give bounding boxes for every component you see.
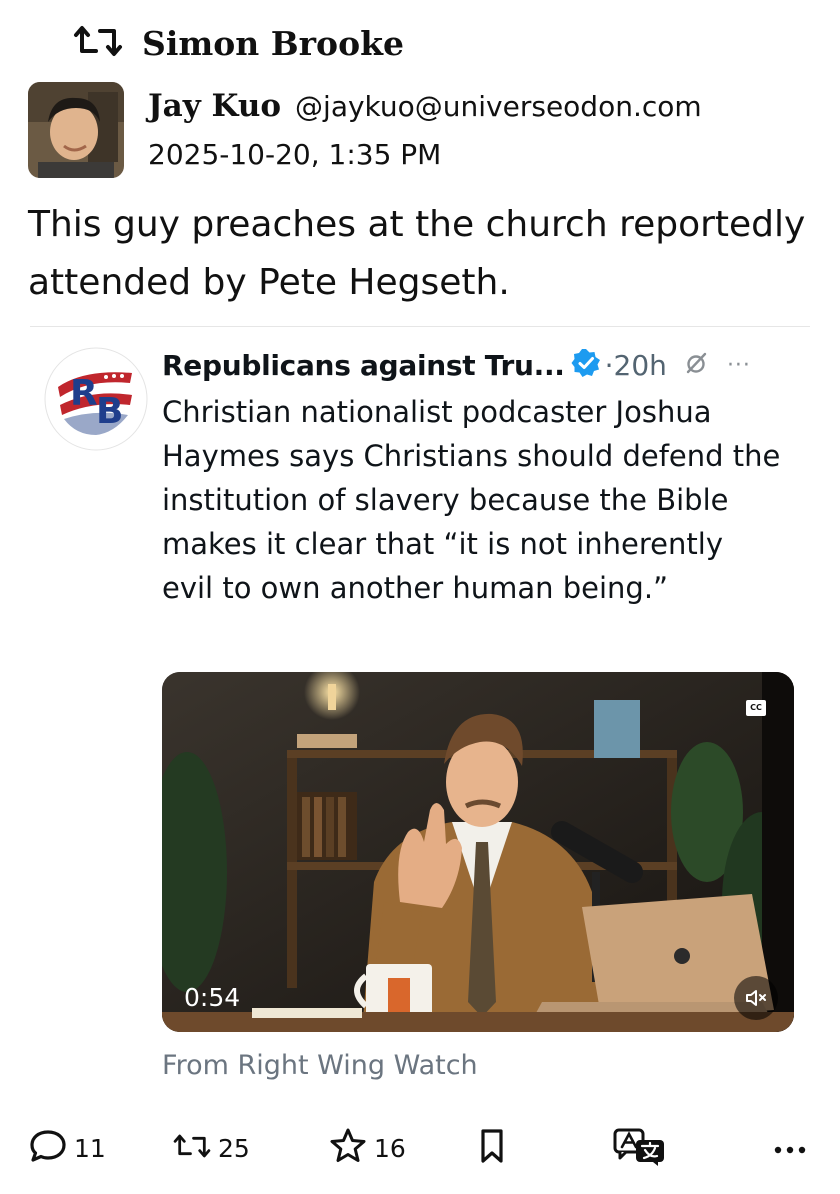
- ellipsis-icon: [770, 1126, 810, 1170]
- video-player[interactable]: [162, 672, 794, 1032]
- post-text: This guy preaches at the church reported…: [28, 204, 806, 303]
- more-options-icon[interactable]: ···: [727, 353, 751, 378]
- boost-count: 25: [218, 1133, 250, 1163]
- video-duration: 0:54: [184, 983, 241, 1012]
- action-bar: 11 25 16: [0, 1120, 840, 1176]
- svg-text:B: B: [96, 391, 123, 432]
- translate-button[interactable]: [612, 1120, 668, 1176]
- favourite-button[interactable]: 16: [328, 1120, 406, 1176]
- more-actions-button[interactable]: [770, 1120, 810, 1176]
- boost-header: Simon Brooke: [72, 18, 404, 68]
- quoted-account-name[interactable]: Republicans against Tru...: [162, 349, 565, 382]
- quoted-time[interactable]: ·20h: [605, 349, 667, 382]
- quoted-account-avatar[interactable]: R B: [44, 347, 148, 451]
- svg-text:R: R: [70, 373, 98, 414]
- captions-icon[interactable]: CC: [746, 700, 766, 716]
- author-avatar[interactable]: [28, 82, 124, 178]
- reply-button[interactable]: 11: [28, 1120, 106, 1176]
- divider: [30, 326, 810, 327]
- quoted-header: Republicans against Tru... ·20h ···: [162, 340, 802, 390]
- video-source[interactable]: From Right Wing Watch: [162, 1050, 478, 1081]
- author-name[interactable]: Jay Kuo: [148, 88, 281, 124]
- favourite-count: 16: [374, 1133, 406, 1163]
- bookmark-button[interactable]: [472, 1120, 512, 1176]
- mute-icon[interactable]: [734, 976, 778, 1020]
- translate-icon: [612, 1126, 668, 1170]
- bookmark-icon: [472, 1126, 512, 1170]
- boost-button[interactable]: 25: [172, 1120, 250, 1176]
- quoted-text: Christian nationalist podcaster Joshua H…: [162, 395, 781, 605]
- verified-badge-icon: [565, 348, 601, 382]
- booster-name[interactable]: Simon Brooke: [142, 24, 404, 63]
- boost-action-icon: [172, 1126, 212, 1170]
- reply-count: 11: [74, 1133, 106, 1163]
- author-line: Jay Kuo @jaykuo@universeodon.com: [148, 88, 702, 124]
- boost-icon: [72, 23, 124, 63]
- star-icon: [328, 1126, 368, 1170]
- grok-icon[interactable]: [667, 350, 709, 380]
- author-handle[interactable]: @jaykuo@universeodon.com: [295, 90, 702, 123]
- reply-icon: [28, 1126, 68, 1170]
- post-timestamp[interactable]: 2025-10-20, 1:35 PM: [148, 138, 441, 171]
